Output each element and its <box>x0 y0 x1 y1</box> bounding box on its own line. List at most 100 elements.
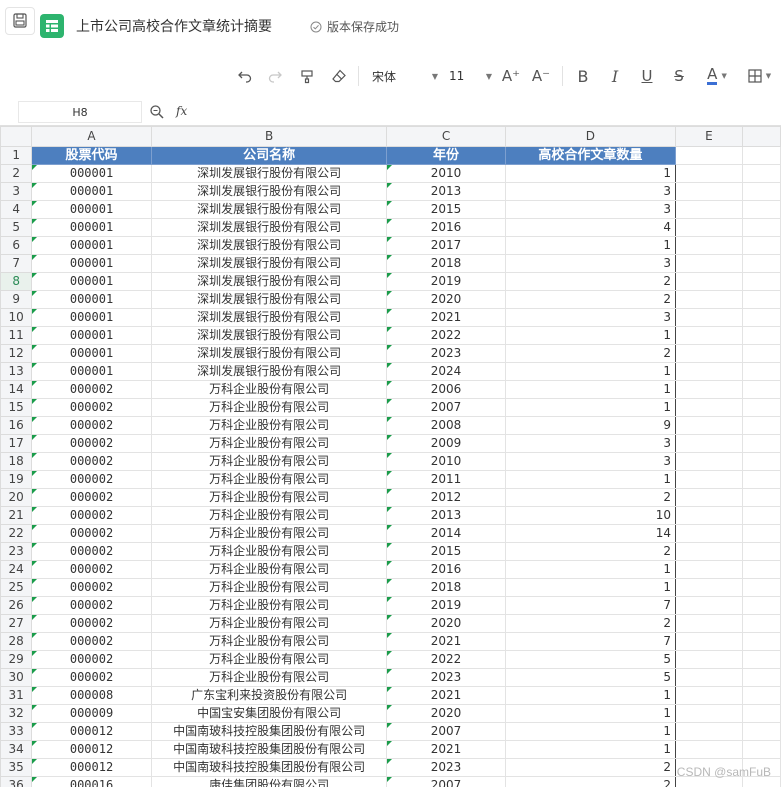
cell-company-name[interactable]: 万科企业股份有限公司 <box>150 470 388 489</box>
empty-cell[interactable] <box>675 326 743 345</box>
cell-year[interactable]: 2019 <box>386 272 506 291</box>
cell-company-name[interactable]: 深圳发展银行股份有限公司 <box>150 290 388 309</box>
cell-article-count[interactable]: 1 <box>504 740 677 759</box>
empty-cell[interactable] <box>675 218 743 237</box>
empty-cell[interactable] <box>741 560 781 579</box>
header-cell-company-name[interactable]: 公司名称 <box>150 146 388 165</box>
cell-year[interactable]: 2020 <box>386 704 506 723</box>
empty-cell[interactable] <box>675 686 743 705</box>
row-header[interactable]: 5 <box>0 218 33 237</box>
empty-cell[interactable] <box>741 398 781 417</box>
empty-cell[interactable] <box>675 506 743 525</box>
row-header[interactable]: 23 <box>0 542 33 561</box>
row-header[interactable]: 28 <box>0 632 33 651</box>
cell-article-count[interactable]: 3 <box>504 254 677 273</box>
cell-year[interactable]: 2010 <box>386 452 506 471</box>
cell-year[interactable]: 2014 <box>386 524 506 543</box>
cell-year[interactable]: 2018 <box>386 254 506 273</box>
empty-cell[interactable] <box>741 290 781 309</box>
cell-stock-code[interactable]: 000002 <box>31 614 152 633</box>
cell-year[interactable]: 2020 <box>386 290 506 309</box>
cell-company-name[interactable]: 中国宝安集团股份有限公司 <box>150 704 388 723</box>
empty-cell[interactable] <box>675 632 743 651</box>
empty-cell[interactable] <box>675 182 743 201</box>
cell-company-name[interactable]: 万科企业股份有限公司 <box>150 452 388 471</box>
cell-stock-code[interactable]: 000001 <box>31 290 152 309</box>
row-header[interactable]: 12 <box>0 344 33 363</box>
empty-cell[interactable] <box>675 542 743 561</box>
decrease-font-button[interactable]: A⁻ <box>530 64 552 88</box>
empty-cell[interactable] <box>741 596 781 615</box>
empty-cell[interactable] <box>741 326 781 345</box>
row-header[interactable]: 20 <box>0 488 33 507</box>
underline-button[interactable]: U <box>636 64 658 88</box>
cell-stock-code[interactable]: 000001 <box>31 164 152 183</box>
cell-year[interactable]: 2007 <box>386 722 506 741</box>
undo-icon[interactable] <box>234 64 256 88</box>
cell-company-name[interactable]: 中国南玻科技控股集团股份有限公司 <box>150 758 388 777</box>
cell-stock-code[interactable]: 000002 <box>31 452 152 471</box>
cell-article-count[interactable]: 1 <box>504 236 677 255</box>
cell-company-name[interactable]: 万科企业股份有限公司 <box>150 650 388 669</box>
empty-cell[interactable] <box>675 308 743 327</box>
empty-cell[interactable] <box>675 740 743 759</box>
cell-stock-code[interactable]: 000002 <box>31 488 152 507</box>
cell-year[interactable]: 2009 <box>386 434 506 453</box>
cell-article-count[interactable]: 2 <box>504 290 677 309</box>
empty-cell[interactable] <box>741 650 781 669</box>
cell-company-name[interactable]: 万科企业股份有限公司 <box>150 434 388 453</box>
cell-stock-code[interactable]: 000009 <box>31 704 152 723</box>
font-family-select[interactable]: 宋体 ▼ <box>364 64 438 88</box>
row-header[interactable]: 31 <box>0 686 33 705</box>
row-header[interactable]: 3 <box>0 182 33 201</box>
empty-cell[interactable] <box>675 398 743 417</box>
cell-year[interactable]: 2023 <box>386 668 506 687</box>
row-header[interactable]: 34 <box>0 740 33 759</box>
empty-cell[interactable] <box>741 668 781 687</box>
row-header[interactable]: 33 <box>0 722 33 741</box>
cell-stock-code[interactable]: 000001 <box>31 218 152 237</box>
cell-article-count[interactable]: 3 <box>504 182 677 201</box>
row-header[interactable]: 19 <box>0 470 33 489</box>
row-header[interactable]: 13 <box>0 362 33 381</box>
empty-cell[interactable] <box>741 722 781 741</box>
empty-cell[interactable] <box>741 632 781 651</box>
empty-cell[interactable] <box>675 596 743 615</box>
cell-year[interactable]: 2021 <box>386 632 506 651</box>
empty-cell[interactable] <box>741 236 781 255</box>
empty-cell[interactable] <box>741 434 781 453</box>
cell-company-name[interactable]: 万科企业股份有限公司 <box>150 398 388 417</box>
empty-cell[interactable] <box>675 254 743 273</box>
empty-cell[interactable] <box>741 704 781 723</box>
cell-article-count[interactable]: 10 <box>504 506 677 525</box>
empty-cell[interactable] <box>741 452 781 471</box>
cell-company-name[interactable]: 万科企业股份有限公司 <box>150 578 388 597</box>
cell-year[interactable]: 2008 <box>386 416 506 435</box>
cell-year[interactable]: 2016 <box>386 218 506 237</box>
empty-cell[interactable] <box>741 686 781 705</box>
cell-article-count[interactable]: 7 <box>504 596 677 615</box>
empty-cell[interactable] <box>741 488 781 507</box>
cell-company-name[interactable]: 万科企业股份有限公司 <box>150 542 388 561</box>
cell-stock-code[interactable]: 000002 <box>31 560 152 579</box>
cell-year[interactable]: 2016 <box>386 560 506 579</box>
row-header[interactable]: 16 <box>0 416 33 435</box>
cell-stock-code[interactable]: 000002 <box>31 542 152 561</box>
cell-stock-code[interactable]: 000012 <box>31 740 152 759</box>
empty-cell[interactable] <box>675 578 743 597</box>
column-header-d[interactable]: D <box>504 126 677 147</box>
row-header[interactable]: 2 <box>0 164 33 183</box>
cell-stock-code[interactable]: 000012 <box>31 758 152 777</box>
cell-company-name[interactable]: 万科企业股份有限公司 <box>150 524 388 543</box>
borders-button[interactable]: ▼ <box>744 64 774 88</box>
font-color-button[interactable]: A ▼ <box>700 64 734 88</box>
cell-year[interactable]: 2018 <box>386 578 506 597</box>
cell-stock-code[interactable]: 000002 <box>31 434 152 453</box>
header-cell-stock-code[interactable]: 股票代码 <box>31 146 152 165</box>
fx-icon[interactable]: fx <box>176 104 187 118</box>
cell-year[interactable]: 2011 <box>386 470 506 489</box>
cell-year[interactable]: 2013 <box>386 506 506 525</box>
cell-stock-code[interactable]: 000001 <box>31 344 152 363</box>
empty-cell[interactable] <box>741 218 781 237</box>
cell-year[interactable]: 2022 <box>386 326 506 345</box>
